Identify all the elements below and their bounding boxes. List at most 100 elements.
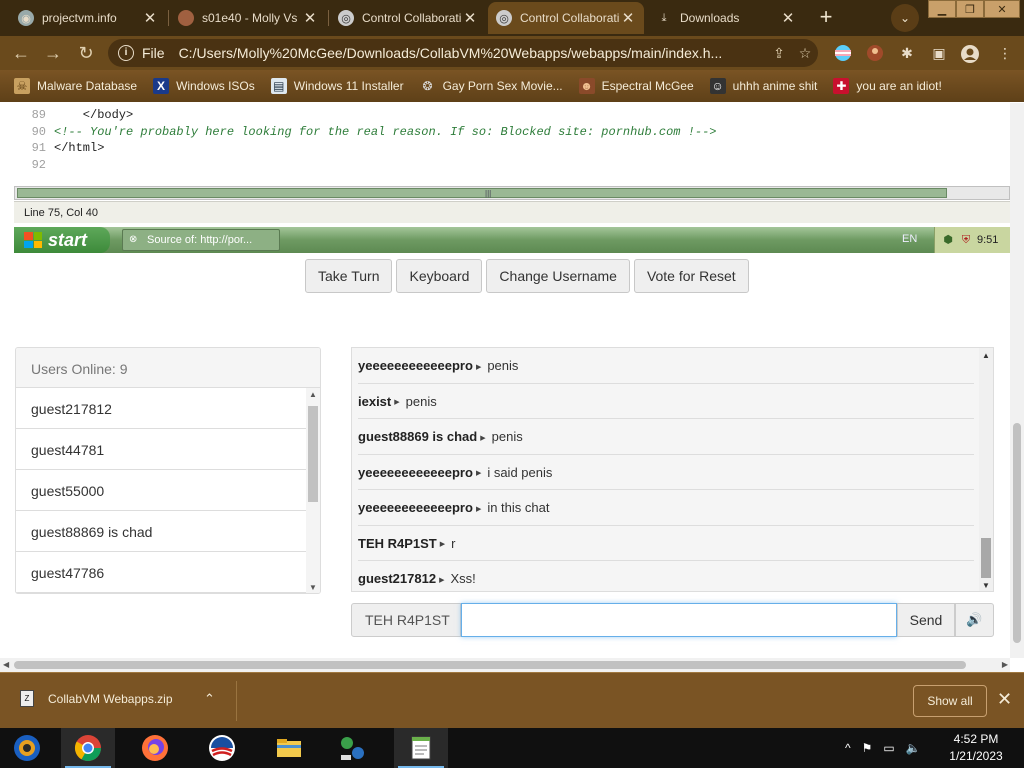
puzzle-icon[interactable]: ✱ [898,44,916,62]
keyboard-button[interactable]: Keyboard [396,259,483,293]
vote-for-reset-button[interactable]: Vote for Reset [633,259,749,293]
scroll-up-icon[interactable]: ▲ [982,351,990,360]
flag-icon[interactable]: ⚑ [862,741,873,755]
scroll-up-icon[interactable]: ▲ [309,390,317,399]
bookmark-malware-database[interactable]: ☠ Malware Database [14,78,137,94]
account-icon[interactable] [960,44,979,63]
page-horizontal-scrollbar[interactable]: ◀ ▶ [0,658,1010,672]
source-horizontal-scrollbar[interactable]: ||| [14,186,1010,200]
new-tab-button[interactable]: + [812,4,840,32]
page-vertical-scrollbar[interactable] [1010,103,1024,658]
profile-extension-icon[interactable] [866,44,884,62]
code-text: </html> [54,141,105,155]
close-icon[interactable]: ✕ [142,9,158,27]
scroll-thumb[interactable] [308,406,318,502]
vm-screen[interactable]: 89 </body> 90 <!-- You're probably here … [14,103,1010,253]
minimize-button[interactable]: ▁ [928,0,956,18]
bookmark-espectral-mcgee[interactable]: ☻ Espectral McGee [578,78,694,94]
sidebar-icon[interactable]: ▣ [930,44,948,62]
bookmark-you-are-an-idiot[interactable]: ✚ you are an idiot! [833,78,942,94]
close-icon[interactable]: ✕ [462,9,478,27]
bookmark-label: Gay Porn Sex Movie... [442,79,563,93]
user-list-item[interactable]: guest44781 [16,429,306,470]
network-icon[interactable] [325,728,379,768]
download-item[interactable]: Z CollabVM Webapps.zip [20,690,173,707]
volume-icon[interactable]: 🔈 [906,741,921,755]
address-bar[interactable]: i File C:/Users/Molly%20McGee/Downloads/… [108,39,818,67]
language-indicator[interactable]: EN [902,233,917,245]
close-icon[interactable]: ✕ [620,9,636,27]
chat-username-label: TEH R4P1ST [351,603,461,637]
url-text[interactable]: C:/Users/Molly%20McGee/Downloads/CollabV… [179,45,766,61]
scroll-left-icon[interactable]: ◀ [3,660,9,669]
scroll-thumb[interactable] [981,538,991,578]
network-status-icon[interactable]: ▭ [883,741,894,755]
close-icon[interactable]: ✕ [780,9,796,27]
star-icon[interactable]: ☆ [792,45,818,62]
close-window-button[interactable]: ✕ [984,0,1020,18]
tab-downloads[interactable]: ⤓ Downloads ✕ [648,2,804,34]
user-list-item[interactable]: guest47786 [16,552,306,593]
info-icon[interactable]: i [118,45,134,61]
chrome-icon[interactable] [61,728,115,768]
chevron-up-icon[interactable]: ⌃ [204,691,215,707]
scroll-down-icon[interactable]: ▼ [982,581,990,590]
tab-control-collab-2[interactable]: ◎ Control Collaborati ✕ [488,2,644,34]
forward-button[interactable]: → [42,42,64,64]
chat-username: guest217812 [358,571,437,586]
bookmark-anime[interactable]: ☺ uhhh anime shit [709,78,817,94]
show-all-button[interactable]: Show all [913,685,987,717]
tab-control-collab-1[interactable]: ◎ Control Collaborati ✕ [330,2,486,34]
volume-button[interactable]: 🔊 [955,603,994,637]
file-explorer-icon[interactable] [262,728,316,768]
tab-projectvm[interactable]: ◉ projectvm.info ✕ [10,2,166,34]
users-scrollbar[interactable]: ▲ ▼ [306,388,320,593]
reload-button[interactable]: ↻ [75,42,97,64]
code-text: </body> [54,108,134,122]
arrow-icon: ▶ [439,576,445,584]
system-clock[interactable]: 4:52 PM 1/21/2023 [936,731,1016,765]
bookmark-windows-isos[interactable]: X Windows ISOs [153,78,255,94]
extension-flag-icon[interactable] [834,44,852,62]
user-list-item[interactable]: guest88869 is chad [16,511,306,552]
avatar-icon [178,10,194,26]
tray-network-icon[interactable]: ⬢ [941,233,955,247]
vm-task-source-window[interactable]: ⊗ Source of: http://por... [122,229,280,251]
windows-media-icon[interactable] [0,728,54,768]
start-button[interactable]: start [14,227,110,253]
user-list-item[interactable]: guest217812 [16,388,306,429]
back-button[interactable]: ← [10,42,32,64]
firefox-icon[interactable] [128,728,182,768]
tray-shield-icon[interactable]: ⛨ [959,233,973,247]
tab-search-button[interactable]: ⌄ [891,4,919,32]
scroll-right-icon[interactable]: ▶ [1002,660,1008,669]
take-turn-button[interactable]: Take Turn [305,259,393,293]
scroll-down-icon[interactable]: ▼ [309,583,317,592]
scroll-thumb[interactable] [14,661,966,669]
close-icon[interactable]: ✕ [997,689,1012,710]
globe-icon: ◉ [18,10,34,26]
notepad-icon[interactable] [394,728,448,768]
send-button[interactable]: Send [897,603,955,637]
close-icon[interactable]: ✕ [302,9,318,27]
menu-icon[interactable]: ⋮ [996,44,1014,62]
share-icon[interactable]: ⇪ [766,45,792,62]
bookmark-label: Malware Database [37,79,138,93]
chat-input[interactable] [461,603,897,637]
bookmark-gay-porn[interactable]: ❂ Gay Porn Sex Movie... [420,78,563,94]
chevron-up-icon[interactable]: ^ [845,741,851,755]
scroll-thumb[interactable] [1013,423,1021,643]
tab-molly[interactable]: s01e40 - Molly Vs ✕ [170,2,326,34]
restore-button[interactable]: ❐ [956,0,984,18]
scroll-thumb[interactable] [17,188,947,198]
chat-username: TEH R4P1ST [358,535,437,551]
obama-logo-icon[interactable] [195,728,249,768]
bookmark-windows-11-installer[interactable]: ▤ Windows 11 Installer [270,78,404,94]
chat-scrollbar[interactable]: ▲ ▼ [979,348,993,591]
change-username-button[interactable]: Change Username [486,259,630,293]
chat-text: in this chat [487,500,550,515]
source-code-view: 89 </body> 90 <!-- You're probably here … [14,107,1010,173]
user-list-item[interactable]: guest55000 [16,470,306,511]
scheme-label: File [142,45,165,61]
download-filename: CollabVM Webapps.zip [48,691,173,706]
